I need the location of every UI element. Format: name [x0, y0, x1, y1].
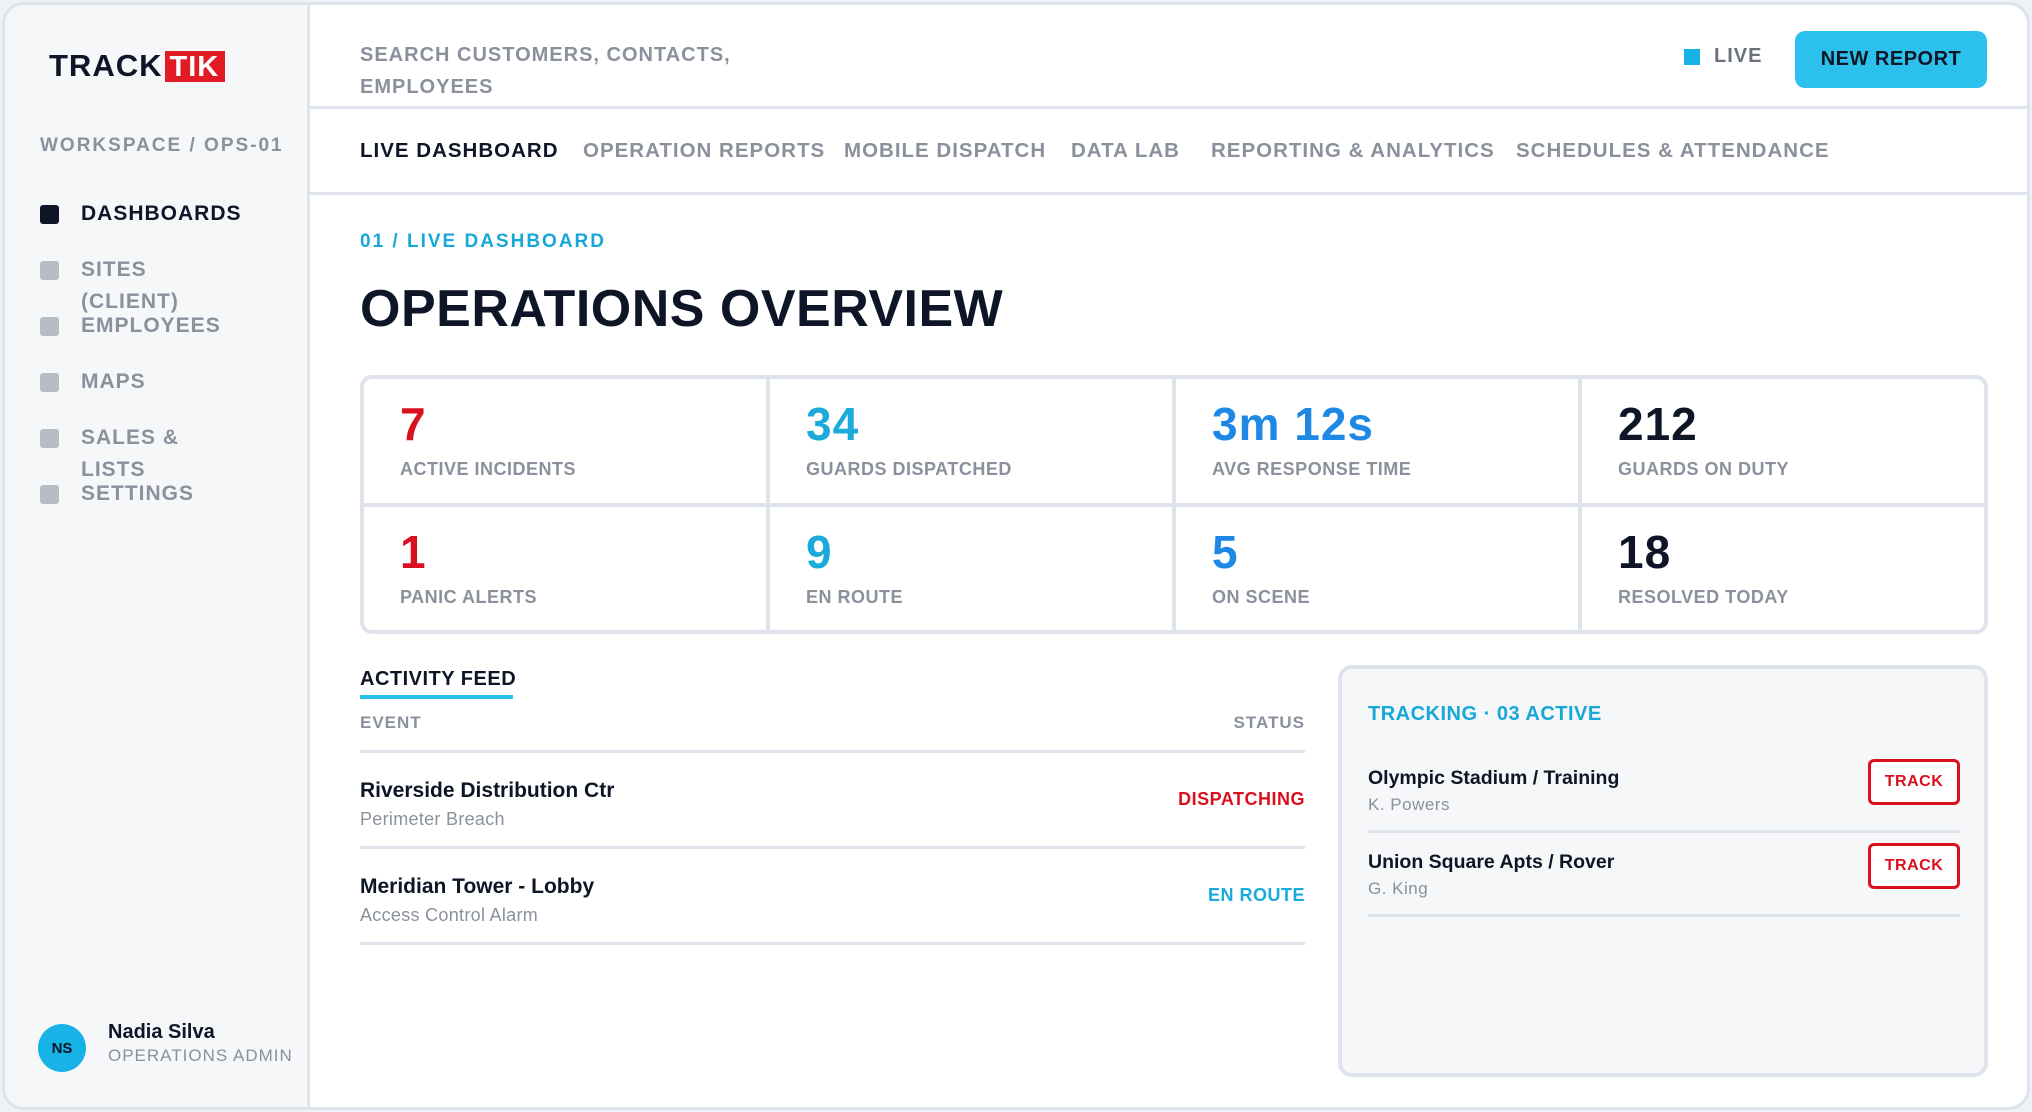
list-item: Olympic Stadium / Training K. Powers TRA…: [1368, 749, 1960, 833]
kpi-card-guards-dispatched: 34 GUARDS DISPATCHED: [770, 379, 1172, 503]
feed-table-header: EVENT STATUS: [360, 713, 1305, 753]
activity-feed: ACTIVITY FEED EVENT STATUS Riverside Dis…: [360, 665, 1305, 945]
sidebar-item-employees[interactable]: EMPLOYEES: [40, 313, 221, 338]
kpi-card-guards-on-duty: 212 GUARDS ON DUTY: [1582, 379, 1984, 503]
dashboards-icon: [40, 205, 59, 224]
track-button[interactable]: TRACK: [1868, 843, 1960, 889]
sidebar-item-maps[interactable]: MAPS: [40, 369, 146, 394]
active-tab-underline: [360, 695, 513, 699]
kpi-value: 7: [400, 398, 427, 450]
kpi-label: RESOLVED TODAY: [1618, 586, 1789, 607]
track-site-name: Olympic Stadium / Training: [1368, 767, 1620, 789]
sales-icon: [40, 429, 59, 448]
sidebar-item-sales[interactable]: SALES &: [40, 425, 179, 450]
live-status-icon: [1684, 48, 1700, 65]
user-text: Nadia Silva OPERATIONS ADMIN: [108, 1020, 293, 1066]
sidebar: TRACK TIK WORKSPACE / OPS-01 DASHBOARDS …: [5, 5, 310, 1107]
app-window: TRACK TIK WORKSPACE / OPS-01 DASHBOARDS …: [2, 2, 2030, 1110]
status-badge: DISPATCHING: [1178, 789, 1305, 809]
event-name: Meridian Tower - Lobby: [360, 875, 595, 898]
kpi-card-on-scene: 5 ON SCENE: [1176, 506, 1578, 630]
breadcrumb: 01 / LIVE DASHBOARD: [360, 231, 606, 252]
sidebar-item-dashboards[interactable]: DASHBOARDS: [40, 201, 242, 226]
live-indicator: LIVE: [1684, 45, 1762, 68]
kpi-card-panic-alerts: 1 PANIC ALERTS: [364, 506, 766, 630]
table-row[interactable]: Riverside Distribution Ctr Perimeter Bre…: [360, 753, 1305, 849]
kpi-card-avg-response-time: 3m 12s AVG RESPONSE TIME: [1176, 379, 1578, 503]
column-header-event: EVENT: [360, 713, 422, 732]
event-name: Riverside Distribution Ctr: [360, 779, 615, 802]
tab-mobile-dispatch[interactable]: MOBILE DISPATCH: [844, 139, 1046, 163]
employees-icon: [40, 317, 59, 336]
workspace-label: WORKSPACE / OPS-01: [40, 135, 284, 156]
event-type: Perimeter Breach: [360, 809, 505, 829]
sidebar-item-settings[interactable]: SETTINGS: [40, 481, 194, 506]
sidebar-extra-text: (CLIENT): [81, 290, 179, 313]
user-role: OPERATIONS ADMIN: [108, 1046, 293, 1065]
sidebar-item-label: DASHBOARDS: [81, 202, 242, 225]
maps-icon: [40, 373, 59, 392]
sidebar-item-label: MAPS: [81, 370, 146, 393]
user-profile[interactable]: NS Nadia Silva OPERATIONS ADMIN: [38, 1020, 293, 1072]
tracking-panel: TRACKING · 03 ACTIVE Olympic Stadium / T…: [1338, 665, 1988, 1077]
kpi-value: 1: [400, 525, 427, 578]
tab-live-dashboard[interactable]: LIVE DASHBOARD: [360, 139, 559, 163]
main-tabs: LIVE DASHBOARD OPERATION REPORTS MOBILE …: [310, 109, 2027, 195]
list-item: Union Square Apts / Rover G. King TRACK: [1368, 833, 1960, 917]
sidebar-item-label: SETTINGS: [81, 482, 195, 505]
kpi-label: AVG RESPONSE TIME: [1212, 459, 1412, 479]
track-site-name: Union Square Apts / Rover: [1368, 851, 1615, 873]
tab-operation-reports[interactable]: OPERATION REPORTS: [583, 139, 825, 163]
sidebar-extra-text: LISTS: [81, 458, 146, 481]
kpi-value: 18: [1618, 525, 1672, 578]
settings-icon: [40, 485, 59, 504]
kpi-value: 5: [1212, 525, 1239, 578]
logo-text: TRACK: [49, 48, 163, 83]
tab-schedules-attendance[interactable]: SCHEDULES & ATTENDANCE: [1516, 139, 1830, 163]
search-input[interactable]: SEARCH CUSTOMERS, CONTACTS, EMPLOYEES: [360, 39, 780, 103]
tracktik-logo[interactable]: TRACK TIK: [49, 48, 226, 83]
kpi-grid: 7 ACTIVE INCIDENTS 34 GUARDS DISPATCHED …: [360, 375, 1988, 634]
live-label: LIVE: [1714, 45, 1763, 67]
kpi-label: ACTIVE INCIDENTS: [400, 459, 577, 479]
track-button[interactable]: TRACK: [1868, 759, 1960, 805]
kpi-label: GUARDS ON DUTY: [1618, 459, 1790, 479]
new-report-button[interactable]: NEW REPORT: [1795, 31, 1987, 88]
kpi-label: GUARDS DISPATCHED: [806, 459, 1012, 479]
logo-badge: TIK: [164, 50, 226, 82]
kpi-label: PANIC ALERTS: [400, 586, 538, 607]
kpi-card-active-incidents: 7 ACTIVE INCIDENTS: [364, 379, 766, 503]
kpi-card-en-route: 9 EN ROUTE: [770, 506, 1172, 630]
track-guard-name: G. King: [1368, 879, 1429, 898]
kpi-value: 9: [806, 525, 833, 578]
top-bar: SEARCH CUSTOMERS, CONTACTS, EMPLOYEES LI…: [310, 5, 2027, 109]
kpi-value: 212: [1618, 398, 1698, 450]
table-row[interactable]: Meridian Tower - Lobby Access Control Al…: [360, 849, 1305, 945]
user-name: Nadia Silva: [108, 1021, 215, 1043]
sites-icon: [40, 261, 59, 280]
kpi-label: EN ROUTE: [806, 586, 904, 607]
sidebar-item-sites[interactable]: SITES: [40, 257, 147, 282]
kpi-value: 34: [806, 398, 860, 450]
sidebar-item-label: SITES: [81, 258, 147, 281]
kpi-card-resolved-today: 18 RESOLVED TODAY: [1582, 506, 1984, 630]
column-header-status: STATUS: [1233, 713, 1305, 732]
tab-reporting-analytics[interactable]: REPORTING & ANALYTICS: [1211, 139, 1495, 163]
tab-data-lab[interactable]: DATA LAB: [1071, 139, 1180, 163]
track-guard-name: K. Powers: [1368, 795, 1450, 814]
sidebar-item-label: SALES &: [81, 426, 180, 449]
event-type: Access Control Alarm: [360, 905, 539, 925]
status-badge: EN ROUTE: [1207, 885, 1305, 905]
sidebar-item-label: EMPLOYEES: [81, 314, 221, 337]
avatar: NS: [38, 1024, 86, 1072]
kpi-label: ON SCENE: [1212, 586, 1311, 607]
tracking-title: TRACKING · 03 ACTIVE: [1368, 703, 1602, 725]
kpi-value: 3m 12s: [1212, 398, 1375, 450]
activity-feed-tab[interactable]: ACTIVITY FEED: [360, 665, 520, 693]
page-title: OPERATIONS OVERVIEW: [360, 280, 1004, 338]
